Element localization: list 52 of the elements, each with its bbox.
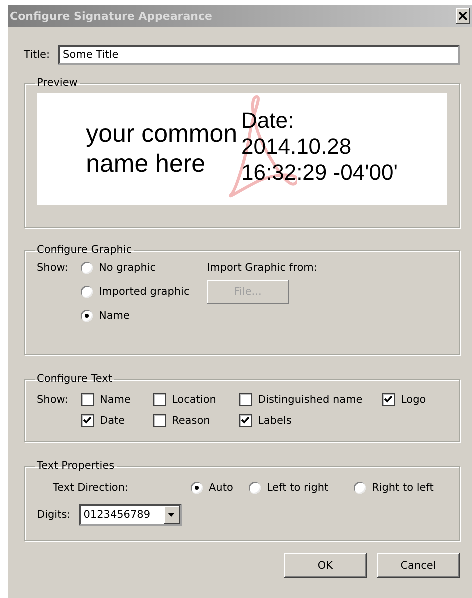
checkbox[interactable] xyxy=(239,414,252,427)
dialog-button[interactable]: OK xyxy=(284,553,367,578)
option-label: Right to left xyxy=(372,482,434,494)
option-label: Left to right xyxy=(267,482,329,494)
checkbox[interactable] xyxy=(153,393,166,406)
check-icon xyxy=(241,416,250,425)
radio-button[interactable] xyxy=(354,482,366,494)
option-label: Imported graphic xyxy=(99,286,190,298)
option-label: Reason xyxy=(172,414,210,426)
check-icon xyxy=(384,395,393,404)
preview-name-text: your common xyxy=(86,119,238,149)
checkbox[interactable] xyxy=(81,414,94,427)
import-label: Import Graphic from: xyxy=(207,262,318,274)
field-label: Title: xyxy=(24,49,50,61)
option-label: Name xyxy=(100,394,131,406)
digits-label: Digits: xyxy=(37,509,71,521)
digits-dropdown[interactable]: 0123456789 xyxy=(78,504,182,526)
preview-date-text: 16:32:29 -04'00' xyxy=(242,160,398,186)
group-title: Text Properties xyxy=(36,460,116,472)
preview-name-text: name here xyxy=(86,149,207,179)
option-label: Labels xyxy=(258,414,292,426)
option-label: Location xyxy=(172,394,216,406)
dropdown-arrow-icon xyxy=(168,513,176,517)
title-input[interactable]: Some Title xyxy=(58,45,460,65)
window-title: Configure Signature Appearance xyxy=(10,10,212,22)
group-title: Configure Text xyxy=(36,373,114,385)
close-icon xyxy=(459,12,467,20)
close-button[interactable] xyxy=(456,8,470,24)
check-icon xyxy=(83,416,92,425)
group-title: Configure Graphic xyxy=(36,244,134,256)
dialog-button[interactable]: Cancel xyxy=(377,553,460,578)
radio-button[interactable] xyxy=(191,482,203,494)
group-title: Preview xyxy=(36,77,79,89)
checkbox[interactable] xyxy=(382,393,395,406)
radio-button[interactable] xyxy=(81,310,93,322)
preview-date-text: 2014.10.28 xyxy=(242,134,353,160)
option-label: Logo xyxy=(401,394,426,406)
option-label: Name xyxy=(99,310,130,322)
radio-button[interactable] xyxy=(81,286,93,298)
checkbox[interactable] xyxy=(239,393,252,406)
show-label: Show: xyxy=(37,262,70,274)
radio-button[interactable] xyxy=(81,262,93,274)
radio-button[interactable] xyxy=(249,482,261,494)
option-label: No graphic xyxy=(99,262,156,274)
option-label: Auto xyxy=(209,482,234,494)
preview-date-text: Date: xyxy=(242,108,296,134)
checkbox[interactable] xyxy=(81,393,94,406)
direction-label: Text Direction: xyxy=(53,482,130,494)
show-label: Show: xyxy=(37,394,70,406)
option-label: Date xyxy=(100,414,126,426)
option-label: Distinguished name xyxy=(258,394,363,406)
checkbox[interactable] xyxy=(153,414,166,427)
